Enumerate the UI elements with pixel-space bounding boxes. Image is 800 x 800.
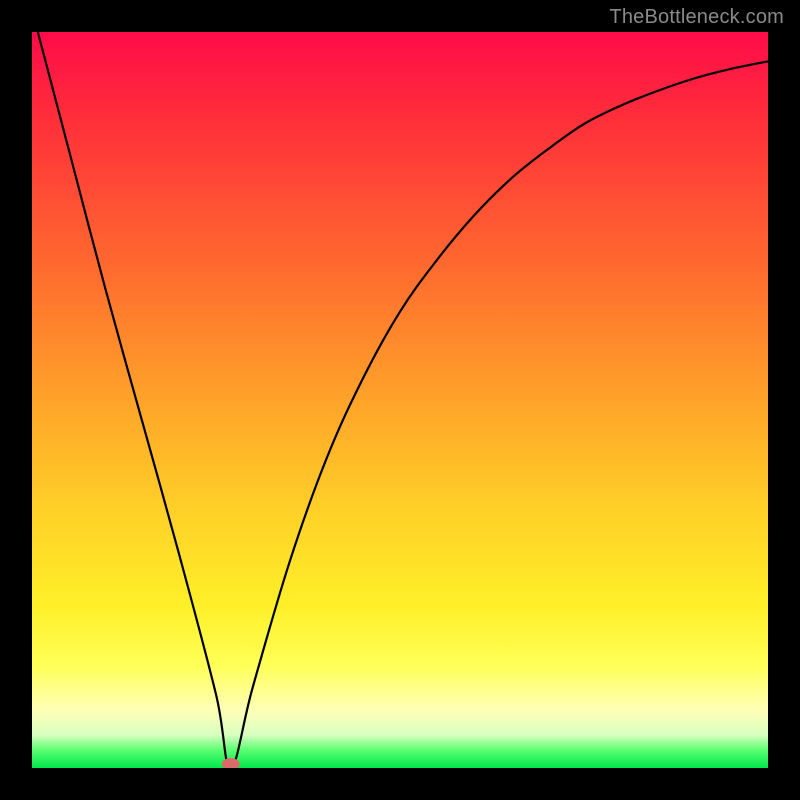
minimum-marker bbox=[222, 758, 240, 768]
chart-frame: TheBottleneck.com bbox=[0, 0, 800, 800]
watermark-text: TheBottleneck.com bbox=[609, 6, 784, 29]
plot-area bbox=[32, 32, 768, 768]
bottleneck-curve-path bbox=[32, 32, 768, 768]
curve-layer bbox=[32, 32, 768, 768]
